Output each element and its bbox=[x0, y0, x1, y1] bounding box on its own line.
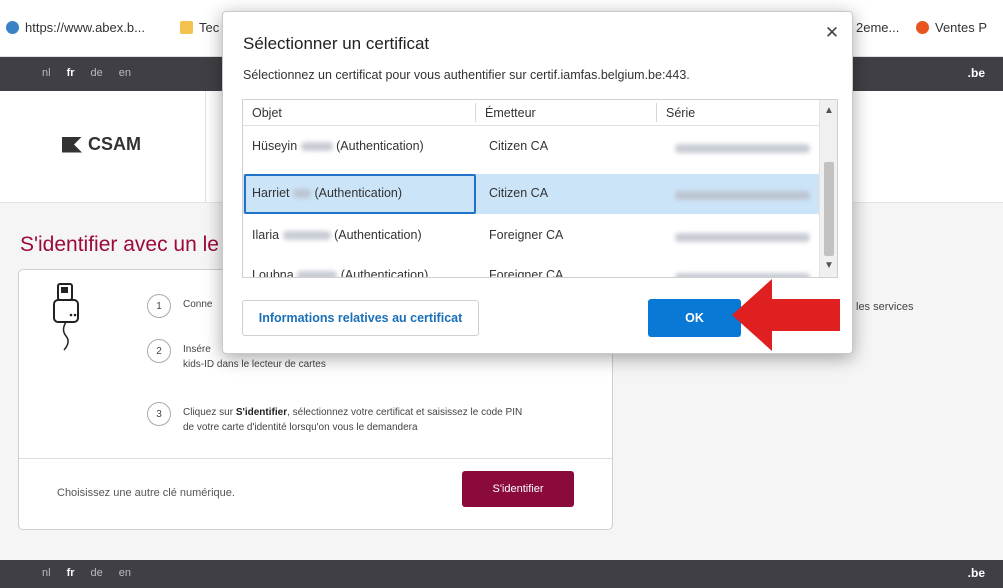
column-header-emetteur[interactable]: Émetteur bbox=[485, 106, 536, 120]
lang-de[interactable]: de bbox=[91, 567, 103, 579]
dialog-title: Sélectionner un certificat bbox=[243, 34, 430, 53]
csam-logo[interactable]: CSAM bbox=[62, 134, 141, 155]
column-header-objet[interactable]: Objet bbox=[252, 106, 282, 120]
lang-en[interactable]: en bbox=[119, 67, 131, 79]
lang-fr[interactable]: fr bbox=[67, 567, 75, 579]
page-heading: S'identifier avec un le bbox=[20, 233, 219, 256]
table-scrollbar[interactable]: ▲ ▼ bbox=[819, 100, 837, 277]
table-header: Objet Émetteur Série bbox=[243, 100, 819, 126]
lang-fr[interactable]: fr bbox=[67, 67, 75, 79]
globe-icon bbox=[6, 21, 19, 34]
cell-serie bbox=[675, 230, 810, 244]
side-text: les services bbox=[856, 301, 914, 313]
redacted-text bbox=[297, 271, 338, 277]
dialog-description: Sélectionnez un certificat pour vous aut… bbox=[243, 68, 690, 82]
cell-emetteur: Foreigner CA bbox=[489, 228, 564, 242]
step-number: 2 bbox=[147, 339, 171, 363]
chevron-down-icon[interactable]: ▼ bbox=[820, 257, 837, 275]
scrollbar-thumb[interactable] bbox=[824, 162, 834, 256]
step-text: Cliquez sur S'identifier, sélectionnez v… bbox=[183, 407, 523, 433]
lang-nl[interactable]: nl bbox=[42, 567, 51, 579]
step-number: 1 bbox=[147, 294, 171, 318]
header-divider bbox=[205, 91, 206, 203]
step-3: 3 Cliquez sur S'identifier, sélectionnez… bbox=[147, 402, 523, 435]
bookmark-tec[interactable]: Tec bbox=[180, 20, 219, 35]
ok-button[interactable]: OK bbox=[648, 299, 741, 337]
cell-emetteur: Citizen CA bbox=[489, 139, 549, 153]
be-logo[interactable]: .be bbox=[968, 66, 985, 80]
cell-emetteur: Foreigner CA bbox=[489, 268, 564, 278]
certificate-info-button[interactable]: Informations relatives au certificat bbox=[242, 300, 479, 336]
step-text: Conne bbox=[183, 299, 213, 310]
column-header-serie[interactable]: Série bbox=[666, 106, 695, 120]
column-separator[interactable] bbox=[475, 103, 476, 122]
cell-emetteur: Citizen CA bbox=[489, 186, 549, 200]
table-row[interactable]: Loubna (Authentication) Foreigner CA bbox=[243, 256, 819, 278]
step-number: 3 bbox=[147, 402, 171, 426]
cell-objet: Hüseyin (Authentication) bbox=[252, 139, 424, 153]
redacted-text bbox=[293, 189, 311, 199]
magento-icon bbox=[916, 21, 929, 34]
red-arrow-icon bbox=[732, 279, 840, 351]
redacted-text bbox=[282, 231, 331, 241]
column-separator[interactable] bbox=[656, 103, 657, 122]
cell-objet: Harriet (Authentication) bbox=[252, 186, 403, 200]
bookmark-2eme[interactable]: 2eme... bbox=[856, 20, 899, 35]
step-1: 1 Conne bbox=[147, 294, 213, 318]
lang-nl[interactable]: nl bbox=[42, 67, 51, 79]
other-key-link[interactable]: Choisissez une autre clé numérique. bbox=[57, 487, 235, 499]
be-logo[interactable]: .be bbox=[968, 566, 985, 580]
language-bar-bottom: nl fr de en .be bbox=[0, 560, 1003, 588]
csam-logo-icon bbox=[62, 136, 82, 153]
card-reader-icon bbox=[53, 283, 79, 351]
signin-button[interactable]: S'identifier bbox=[462, 471, 574, 507]
cell-serie bbox=[675, 188, 810, 202]
bookmark-abex[interactable]: https://www.abex.b... bbox=[6, 20, 145, 35]
bookmark-ventes[interactable]: Ventes P bbox=[916, 20, 987, 35]
lang-en[interactable]: en bbox=[119, 567, 131, 579]
lang-de[interactable]: de bbox=[91, 67, 103, 79]
redacted-text bbox=[300, 142, 333, 152]
certificate-table: Objet Émetteur Série Hüseyin (Authentica… bbox=[242, 99, 838, 278]
card-divider bbox=[19, 458, 612, 459]
folder-icon bbox=[180, 21, 193, 34]
close-icon[interactable]: ✕ bbox=[822, 23, 842, 43]
table-row-selected[interactable]: Harriet (Authentication) Citizen CA bbox=[243, 174, 819, 214]
cell-serie bbox=[675, 141, 810, 155]
cell-objet: Ilaria (Authentication) bbox=[252, 228, 422, 242]
chevron-up-icon[interactable]: ▲ bbox=[820, 102, 837, 120]
table-row[interactable]: Hüseyin (Authentication) Citizen CA bbox=[243, 134, 819, 166]
cell-objet: Loubna (Authentication) bbox=[252, 268, 428, 277]
table-row[interactable]: Ilaria (Authentication) Foreigner CA bbox=[243, 216, 819, 256]
